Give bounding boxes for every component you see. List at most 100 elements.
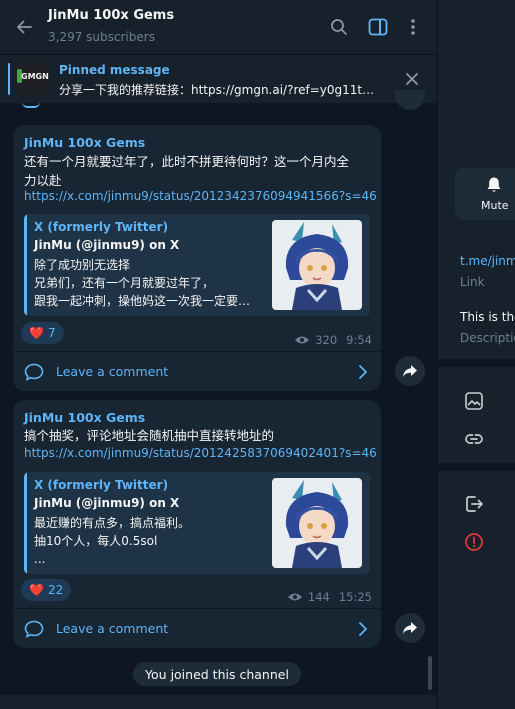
mute-button[interactable]: Mute bbox=[455, 168, 515, 220]
chat-header: JinMu 100x Gems 3,297 subscribers bbox=[0, 0, 437, 54]
share-arrow-icon bbox=[403, 365, 417, 377]
search-button[interactable] bbox=[325, 13, 353, 41]
close-pinned-button[interactable] bbox=[402, 69, 422, 89]
channel-post: JinMu 100x Gems 搞个抽奖，评论地址会随机抽中直接转地址的 htt… bbox=[13, 400, 381, 648]
reaction-heart[interactable]: ❤️ 7 bbox=[21, 322, 64, 344]
leave-comment-button[interactable]: Leave a comment bbox=[13, 353, 381, 391]
joined-channel-notice: You joined this channel bbox=[133, 662, 301, 686]
preview-desc-line: 兄弟们，还有一个月就要过年了， bbox=[34, 276, 215, 290]
bell-icon bbox=[487, 177, 501, 192]
preview-accent-bar bbox=[24, 214, 27, 316]
reaction-count: 7 bbox=[47, 326, 56, 340]
close-icon bbox=[406, 73, 418, 85]
pinned-label: Pinned message bbox=[59, 63, 170, 77]
chevron-right-icon bbox=[359, 365, 368, 379]
preview-image[interactable] bbox=[272, 220, 362, 310]
channel-title[interactable]: JinMu 100x Gems bbox=[48, 8, 174, 23]
pinned-thumbnail-logo: GMGN bbox=[21, 72, 49, 81]
post-text-line: 力以赴 bbox=[24, 173, 62, 188]
preview-desc-line: 抽10个人，每人0.5sol bbox=[34, 534, 158, 548]
subscriber-count: 3,297 subscribers bbox=[48, 30, 155, 44]
preview-desc-line: 除了成功别无选择 bbox=[34, 258, 131, 272]
link-preview[interactable]: X (formerly Twitter) JinMu (@jinmu9) on … bbox=[24, 214, 370, 316]
comment-label: Leave a comment bbox=[56, 621, 169, 636]
arrow-left-icon bbox=[17, 20, 32, 34]
bottom-bar bbox=[0, 695, 437, 709]
leave-channel-button[interactable] bbox=[464, 494, 484, 514]
preview-description: 最近赚的有点多，搞点福利。 抽10个人，每人0.5sol ... bbox=[34, 514, 262, 568]
search-icon bbox=[331, 19, 347, 35]
view-count: 320 bbox=[315, 333, 338, 347]
share-button[interactable] bbox=[395, 613, 425, 643]
post-time: 15:25 bbox=[338, 590, 372, 604]
post-text-line: 还有一个月就要过年了，此时不拼更待何时？这一个月内全 bbox=[24, 154, 350, 169]
preview-site-name: X (formerly Twitter) bbox=[34, 478, 169, 492]
previous-share-button[interactable] bbox=[395, 90, 425, 110]
more-options-button[interactable] bbox=[399, 13, 427, 41]
alert-circle-icon bbox=[465, 533, 483, 551]
links-button[interactable] bbox=[464, 429, 484, 449]
preview-site-name: X (formerly Twitter) bbox=[34, 220, 169, 234]
post-author: JinMu 100x Gems bbox=[24, 135, 146, 150]
image-icon bbox=[465, 392, 483, 410]
pinned-text: 分享一下我的推荐链接：https://gmgn.ai/?ref=y0g11t… bbox=[59, 83, 375, 97]
comment-icon bbox=[24, 620, 44, 638]
post-text: 还有一个月就要过年了，此时不拼更待何时？这一个月内全 力以赴 bbox=[24, 152, 374, 190]
preview-image[interactable] bbox=[272, 478, 362, 568]
report-button[interactable] bbox=[464, 532, 484, 552]
share-button[interactable] bbox=[395, 356, 425, 386]
post-time: 9:54 bbox=[346, 333, 372, 347]
link-icon bbox=[465, 434, 483, 444]
preview-desc-line: 跟我一起冲刺，操他妈这一次我一定要… bbox=[34, 294, 251, 308]
preview-accent-bar bbox=[24, 472, 27, 574]
pinned-thumbnail: GMGN bbox=[17, 63, 49, 95]
avatar-illustration-icon bbox=[272, 478, 362, 568]
back-button[interactable] bbox=[8, 11, 40, 43]
share-arrow-icon bbox=[403, 622, 417, 634]
comment-label: Leave a comment bbox=[56, 364, 169, 379]
post-link[interactable]: https://x.com/jinmu9/status/201234237609… bbox=[24, 189, 377, 203]
heart-icon: ❤️ bbox=[29, 326, 44, 340]
mute-label: Mute bbox=[481, 199, 509, 212]
reaction-heart[interactable]: ❤️ 22 bbox=[21, 579, 72, 601]
preview-desc-line: ... bbox=[34, 552, 46, 566]
chevron-right-icon bbox=[359, 622, 368, 636]
channel-link[interactable]: t.me/jinm bbox=[460, 254, 515, 268]
post-meta: 320 9:54 bbox=[294, 333, 372, 347]
comment-icon bbox=[24, 363, 44, 381]
eye-icon bbox=[295, 336, 310, 344]
link-preview[interactable]: X (formerly Twitter) JinMu (@jinmu9) on … bbox=[24, 472, 370, 574]
reaction-count: 22 bbox=[47, 583, 64, 597]
section-separator bbox=[438, 463, 515, 471]
link-caption: Link bbox=[460, 275, 485, 289]
channel-info-panel: Mute t.me/jinm Link This is the Descript… bbox=[437, 0, 515, 709]
sidebar-icon bbox=[368, 18, 388, 36]
post-text-line: 搞个抽奖，评论地址会随机抽中直接转地址的 bbox=[24, 428, 275, 443]
post-link[interactable]: https://x.com/jinmu9/status/201242583706… bbox=[24, 446, 377, 460]
pinned-message-bar[interactable]: GMGN Pinned message 分享一下我的推荐链接：https://g… bbox=[0, 54, 437, 103]
description-caption: Descriptio bbox=[460, 331, 515, 345]
previous-comment-icon bbox=[22, 102, 40, 108]
preview-title: JinMu (@jinmu9) on X bbox=[34, 496, 180, 510]
post-author: JinMu 100x Gems bbox=[24, 410, 146, 425]
pinned-accent-bar bbox=[8, 63, 10, 95]
post-text: 搞个抽奖，评论地址会随机抽中直接转地址的 bbox=[24, 426, 374, 445]
channel-description: This is the bbox=[460, 310, 515, 324]
post-meta: 144 15:25 bbox=[287, 590, 372, 604]
preview-desc-line: 最近赚的有点多，搞点福利。 bbox=[34, 516, 191, 530]
media-button[interactable] bbox=[464, 391, 484, 411]
preview-title: JinMu (@jinmu9) on X bbox=[34, 238, 180, 252]
toggle-sidebar-button[interactable] bbox=[364, 13, 392, 41]
avatar-illustration-icon bbox=[272, 220, 362, 310]
heart-icon: ❤️ bbox=[29, 583, 44, 597]
comment-divider bbox=[13, 608, 381, 609]
view-count: 144 bbox=[307, 590, 330, 604]
comment-divider bbox=[13, 351, 381, 352]
eye-icon bbox=[287, 593, 302, 601]
scrollbar-thumb[interactable] bbox=[428, 656, 432, 690]
preview-description: 除了成功别无选择 兄弟们，还有一个月就要过年了， 跟我一起冲刺，操他妈这一次我一… bbox=[34, 256, 262, 310]
logout-icon bbox=[466, 496, 483, 512]
section-separator bbox=[438, 359, 515, 367]
leave-comment-button[interactable]: Leave a comment bbox=[13, 610, 381, 648]
chat-pane: JinMu 100x Gems 3,297 subscribers GMGN P… bbox=[0, 0, 437, 709]
